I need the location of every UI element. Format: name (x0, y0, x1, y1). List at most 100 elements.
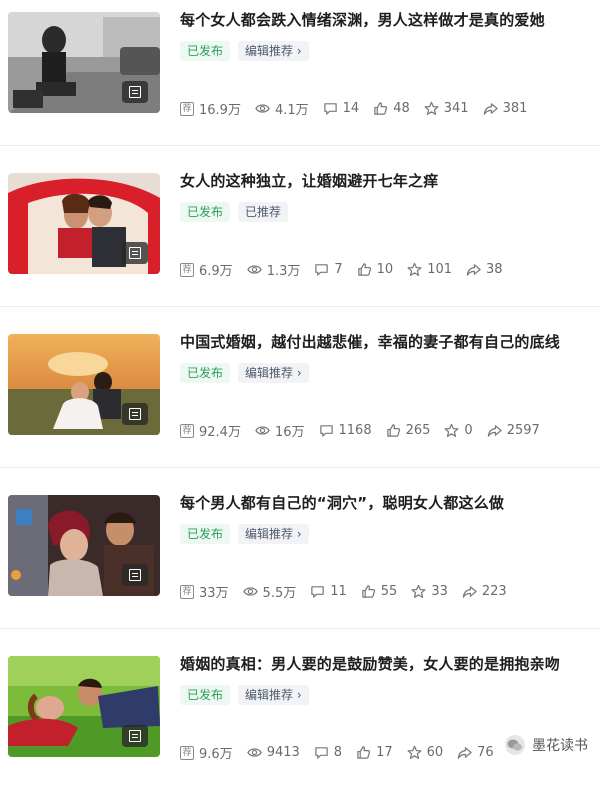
recommend-count: 16.9万 (199, 103, 241, 118)
article-type-icon (122, 725, 148, 747)
article-stats: 荐 92.4万 16万 1168 265 0 2597 (180, 421, 554, 440)
comment-icon (323, 101, 338, 116)
article-title[interactable]: 中国式婚姻，越付出越悲催，幸福的妻子都有自己的底线 (180, 331, 560, 352)
article-title[interactable]: 婚姻的真相：男人要的是鼓励赞美，女人要的是拥抱亲吻 (180, 653, 560, 674)
article-item[interactable]: 每个男人都有自己的“洞穴”，聪明女人都这么做 已发布 编辑推荐 › 荐 33万 5… (0, 483, 600, 644)
view-count: 16万 (274, 425, 305, 440)
article-item[interactable]: 中国式婚姻，越付出越悲催，幸福的妻子都有自己的底线 已发布 编辑推荐 › 荐 92… (0, 322, 600, 483)
favorite-count: 33 (431, 584, 448, 599)
star-icon (444, 423, 459, 438)
recommend-icon: 荐 (180, 262, 194, 277)
article-thumbnail[interactable] (8, 495, 160, 596)
share-count: 223 (481, 584, 507, 599)
editor-recommend-link[interactable]: 编辑推荐 › (238, 363, 309, 383)
article-tags: 已发布 编辑推荐 › (180, 41, 309, 61)
article-type-icon (122, 403, 148, 425)
comment-icon (310, 584, 325, 599)
recommend-icon: 荐 (180, 745, 194, 760)
article-tags: 已发布 编辑推荐 › (180, 524, 309, 544)
article-item[interactable]: 每个女人都会跌入情绪深渊，男人这样做才是真的爱她 已发布 编辑推荐 › 荐 16.… (0, 0, 600, 161)
star-icon (411, 584, 426, 599)
eye-icon (246, 262, 262, 277)
thumbs-up-icon (361, 584, 376, 599)
like-count: 55 (380, 584, 398, 599)
share-icon (466, 262, 481, 277)
thumbs-up-icon (357, 262, 372, 277)
article-title[interactable]: 每个女人都会跌入情绪深渊，男人这样做才是真的爱她 (180, 9, 545, 30)
article-item[interactable]: 女人的这种独立，让婚姻避开七年之痒 已发布 已推荐 荐 6.9万 1.3万 7 1… (0, 161, 600, 322)
view-count: 9413 (266, 745, 300, 760)
favorite-count: 341 (443, 101, 469, 116)
article-type-icon (122, 242, 148, 264)
star-icon (424, 101, 439, 116)
share-icon (462, 584, 477, 599)
comment-icon (314, 745, 329, 760)
status-badge: 已发布 (180, 685, 231, 705)
comment-count: 1168 (338, 423, 372, 438)
divider (0, 306, 600, 307)
article-stats: 荐 9.6万 9413 8 17 60 76 (180, 743, 508, 762)
recommend-count: 33万 (199, 586, 229, 601)
status-badge: 已发布 (180, 202, 231, 222)
recommend-count: 9.6万 (199, 747, 233, 762)
article-thumbnail[interactable] (8, 334, 160, 435)
article-title[interactable]: 每个男人都有自己的“洞穴”，聪明女人都这么做 (180, 492, 504, 513)
eye-icon (246, 745, 262, 760)
article-stats: 荐 6.9万 1.3万 7 10 101 38 (180, 260, 517, 279)
article-tags: 已发布 编辑推荐 › (180, 685, 309, 705)
favorite-count: 101 (427, 262, 453, 277)
share-count: 38 (486, 262, 503, 277)
comment-count: 8 (333, 745, 343, 760)
article-item[interactable]: 婚姻的真相：男人要的是鼓励赞美，女人要的是拥抱亲吻 已发布 编辑推荐 › 荐 9.… (0, 644, 600, 805)
editor-recommend-link[interactable]: 编辑推荐 › (238, 41, 309, 61)
article-list: 每个女人都会跌入情绪深渊，男人这样做才是真的爱她 已发布 编辑推荐 › 荐 16.… (0, 0, 600, 770)
comment-icon (314, 262, 329, 277)
recommend-icon: 荐 (180, 101, 194, 116)
divider (0, 145, 600, 146)
editor-recommend-link[interactable]: 编辑推荐 › (238, 524, 309, 544)
thumbs-up-icon (356, 745, 371, 760)
comment-count: 11 (330, 584, 347, 599)
recommended-badge: 已推荐 (238, 202, 289, 222)
share-icon (487, 423, 502, 438)
divider (0, 628, 600, 629)
editor-recommend-link[interactable]: 编辑推荐 › (238, 685, 309, 705)
favorite-count: 0 (464, 423, 473, 438)
article-type-icon (122, 564, 148, 586)
eye-icon (255, 101, 270, 116)
like-count: 17 (376, 745, 393, 760)
recommend-icon: 荐 (180, 584, 194, 599)
divider (0, 467, 600, 468)
article-title[interactable]: 女人的这种独立，让婚姻避开七年之痒 (180, 170, 438, 191)
status-badge: 已发布 (180, 524, 231, 544)
wechat-logo-icon (504, 734, 526, 756)
article-stats: 荐 16.9万 4.1万 14 48 341 381 (180, 99, 541, 118)
comment-count: 14 (342, 101, 360, 116)
recommend-icon: 荐 (180, 423, 194, 438)
thumbs-up-icon (373, 101, 388, 116)
article-thumbnail[interactable] (8, 656, 160, 757)
share-count: 381 (502, 101, 528, 116)
watermark-text: 墨花读书 (532, 738, 588, 754)
thumbs-up-icon (386, 423, 401, 438)
comment-icon (319, 423, 334, 438)
share-icon (457, 745, 472, 760)
like-count: 265 (405, 423, 431, 438)
article-tags: 已发布 编辑推荐 › (180, 363, 309, 383)
article-tags: 已发布 已推荐 (180, 202, 289, 222)
star-icon (407, 262, 422, 277)
article-stats: 荐 33万 5.5万 11 55 33 223 (180, 582, 521, 601)
eye-icon (242, 584, 258, 599)
star-icon (407, 745, 422, 760)
favorite-count: 60 (426, 745, 444, 760)
view-count: 1.3万 (266, 264, 301, 279)
article-thumbnail[interactable] (8, 12, 160, 113)
eye-icon (255, 423, 270, 438)
share-icon (483, 101, 498, 116)
article-thumbnail[interactable] (8, 173, 160, 274)
comment-count: 7 (334, 262, 343, 277)
status-badge: 已发布 (180, 41, 231, 61)
watermark: 墨花读书 (500, 732, 592, 758)
view-count: 5.5万 (262, 586, 297, 601)
view-count: 4.1万 (274, 103, 309, 118)
